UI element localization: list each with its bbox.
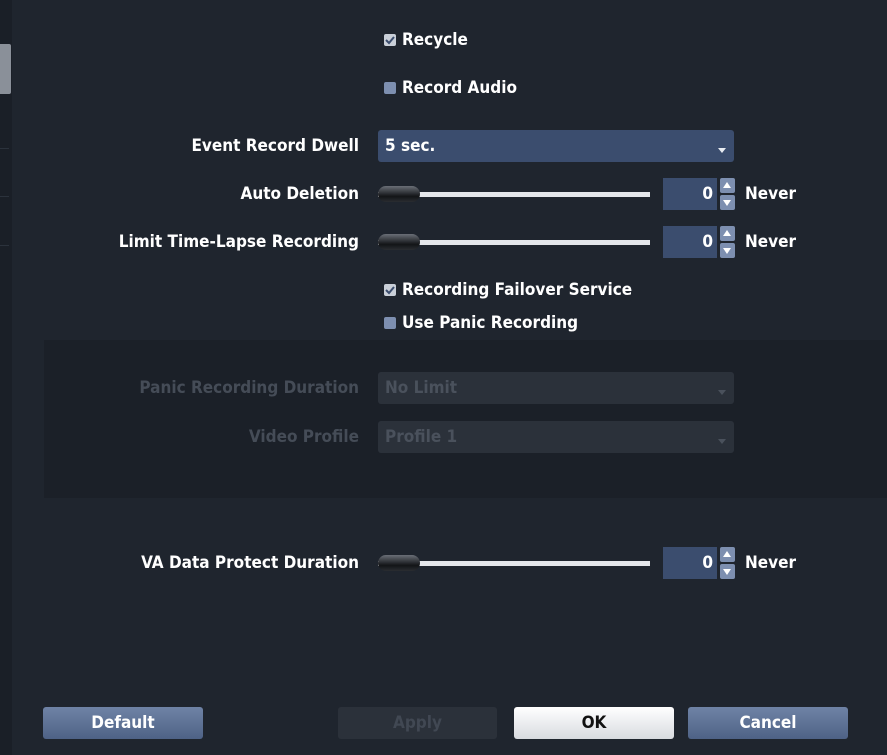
dropdown-arrow-icon — [718, 439, 726, 444]
decrement-button[interactable] — [720, 243, 735, 258]
event-record-dwell-label: Event Record Dwell — [191, 136, 359, 156]
panic-label: Use Panic Recording — [402, 313, 579, 333]
va-protect-slider[interactable] — [378, 551, 650, 575]
video-profile-label: Video Profile — [248, 427, 359, 447]
dropdown-arrow-icon — [718, 390, 726, 395]
event-record-dwell-value: 5 sec. — [385, 136, 436, 156]
increment-button[interactable] — [720, 226, 735, 241]
checkmark-icon — [384, 34, 396, 46]
increment-button[interactable] — [720, 547, 735, 562]
time-lapse-value[interactable]: 0 — [663, 226, 717, 258]
auto-deletion-value[interactable]: 0 — [663, 178, 717, 210]
arrow-down-icon — [723, 569, 731, 575]
time-lapse-slider[interactable] — [378, 230, 650, 254]
va-protect-label: VA Data Protect Duration — [141, 553, 359, 573]
apply-button[interactable]: Apply — [338, 707, 497, 739]
side-divider — [0, 245, 9, 246]
dropdown-arrow-icon — [718, 148, 726, 153]
checkbox-empty-icon — [384, 82, 396, 94]
slider-thumb[interactable] — [378, 186, 420, 202]
checkbox-empty-icon — [384, 317, 396, 329]
video-profile-select: Profile 1 — [378, 421, 734, 453]
decrement-button[interactable] — [720, 564, 735, 579]
panic-checkbox[interactable]: Use Panic Recording — [384, 313, 578, 333]
va-protect-unit: Never — [745, 553, 797, 573]
cancel-button[interactable]: Cancel — [688, 707, 848, 739]
arrow-up-icon — [723, 230, 731, 236]
ok-button[interactable]: OK — [514, 707, 674, 739]
slider-thumb[interactable] — [378, 234, 420, 250]
side-divider — [0, 196, 9, 197]
va-protect-value[interactable]: 0 — [663, 547, 717, 579]
auto-deletion-unit: Never — [745, 184, 797, 204]
recycle-label: Recycle — [402, 30, 468, 50]
auto-deletion-slider[interactable] — [378, 182, 650, 206]
failover-checkbox[interactable]: Recording Failover Service — [384, 280, 632, 300]
side-divider — [0, 148, 9, 149]
panic-duration-select: No Limit — [378, 372, 734, 404]
slider-thumb[interactable] — [378, 555, 420, 571]
decrement-button[interactable] — [720, 195, 735, 210]
default-button[interactable]: Default — [43, 707, 203, 739]
arrow-up-icon — [723, 182, 731, 188]
checkmark-icon — [384, 284, 396, 296]
recycle-checkbox[interactable]: Recycle — [384, 30, 468, 50]
failover-label: Recording Failover Service — [402, 280, 633, 300]
arrow-up-icon — [723, 551, 731, 557]
record-audio-label: Record Audio — [402, 78, 517, 98]
arrow-down-icon — [723, 200, 731, 206]
time-lapse-label: Limit Time-Lapse Recording — [118, 232, 359, 252]
panic-settings-panel — [44, 340, 887, 498]
arrow-down-icon — [723, 248, 731, 254]
auto-deletion-label: Auto Deletion — [240, 184, 359, 204]
panic-duration-value: No Limit — [385, 378, 458, 398]
event-record-dwell-select[interactable]: 5 sec. — [378, 130, 734, 162]
panic-duration-label: Panic Recording Duration — [139, 378, 359, 398]
side-panel-edge — [0, 0, 12, 755]
time-lapse-unit: Never — [745, 232, 797, 252]
record-audio-checkbox[interactable]: Record Audio — [384, 78, 517, 98]
side-panel-tab[interactable] — [0, 44, 11, 94]
video-profile-value: Profile 1 — [385, 427, 458, 447]
increment-button[interactable] — [720, 178, 735, 193]
